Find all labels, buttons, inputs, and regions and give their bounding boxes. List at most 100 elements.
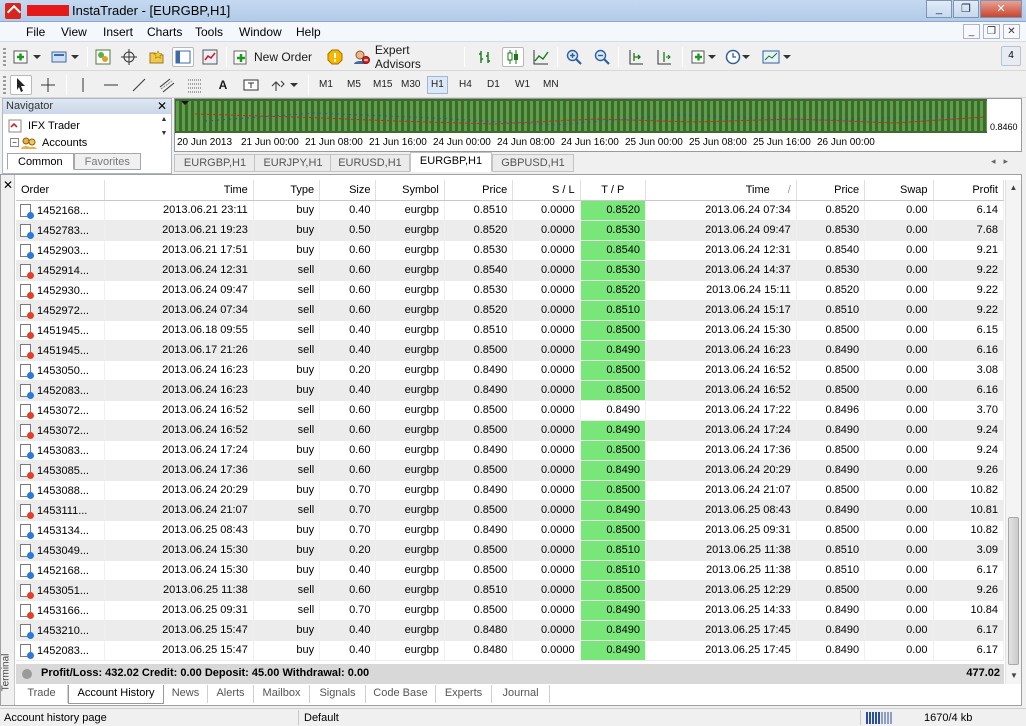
scroll-down-icon[interactable]: ▼	[1006, 668, 1022, 684]
table-row[interactable]: 1452903... 2013.06.21 17:51 buy 0.60 eurgbp 0…	[16, 240, 1004, 261]
new-order-button[interactable]: New Order	[232, 47, 322, 67]
menu-window[interactable]: Window	[239, 25, 282, 39]
menu-insert[interactable]: Insert	[103, 25, 133, 39]
trendline-button[interactable]	[128, 75, 150, 95]
table-row[interactable]: 1452083... 2013.06.24 16:23 buy 0.40 eurgbp 0…	[16, 380, 1004, 401]
tab-scroll-arrows[interactable]: ◂▸	[991, 156, 1016, 167]
equidistant-channel-button[interactable]	[156, 75, 178, 95]
bar-chart-button[interactable]	[474, 47, 496, 67]
menu-help[interactable]: Help	[296, 25, 321, 39]
toolbar-grip[interactable]	[3, 48, 6, 66]
data-window-button[interactable]	[118, 47, 140, 67]
fibonacci-button[interactable]	[184, 75, 206, 95]
table-row[interactable]: 1452168... 2013.06.24 15:30 buy 0.40 eurgbp 0…	[16, 560, 1004, 581]
table-row[interactable]: 1453083... 2013.06.24 17:24 buy 0.60 eurgbp 0…	[16, 440, 1004, 461]
cursor-tool-button[interactable]	[10, 75, 32, 95]
zoom-in-button[interactable]	[563, 47, 585, 67]
expert-advisors-button[interactable]: Expert Advisors	[351, 43, 459, 71]
menu-file[interactable]: File	[26, 25, 45, 39]
table-row[interactable]: 1453049... 2013.06.24 15:30 buy 0.20 eurgbp 0…	[16, 540, 1004, 561]
tab-alerts[interactable]: Alerts	[208, 685, 254, 703]
table-row[interactable]: 1453072... 2013.06.24 16:52 sell 0.60 eurgbp…	[16, 400, 1004, 421]
table-row[interactable]: 1452083... 2013.06.25 15:47 buy 0.40 eurgbp 0…	[16, 640, 1004, 661]
table-row[interactable]: 1453072... 2013.06.24 16:52 sell 0.60 eurgbp…	[16, 420, 1004, 441]
tab-account-history[interactable]: Account History	[68, 685, 164, 704]
column-header-close-price[interactable]: Price	[796, 180, 866, 201]
status-profile[interactable]: Default	[304, 712, 339, 724]
chart-window[interactable]: 0.8460 20 Jun 2013 21 Jun 00:00 21 Jun 0…	[174, 98, 1022, 152]
tab-common[interactable]: Common	[7, 153, 74, 170]
tab-favorites[interactable]: Favorites	[73, 153, 141, 170]
templates-button[interactable]	[759, 47, 795, 67]
table-row[interactable]: 1452972... 2013.06.24 07:34 sell 0.60 eurgbp…	[16, 300, 1004, 321]
navigator-button[interactable]	[145, 47, 167, 67]
profiles-button[interactable]	[48, 47, 84, 67]
new-chart-button[interactable]	[10, 47, 46, 67]
autotrading-alert-button[interactable]	[324, 47, 346, 67]
column-header-order[interactable]: Order	[16, 180, 105, 201]
chart-tab-eurgbp-active[interactable]: EURGBP,H1	[410, 152, 492, 172]
table-row[interactable]: 1452783... 2013.06.21 19:23 buy 0.50 eurgbp 0…	[16, 220, 1004, 241]
column-header-swap[interactable]: Swap	[864, 180, 934, 201]
timeframe-mn[interactable]: MN	[539, 76, 563, 94]
table-row[interactable]: 1453051... 2013.06.25 11:38 sell 0.60 eurgbp…	[16, 580, 1004, 601]
timeframe-m30[interactable]: M30	[397, 76, 424, 94]
text-label-button[interactable]	[240, 75, 262, 95]
navigator-scrollbar[interactable]: ▲ ▼	[158, 116, 170, 152]
scroll-up-icon[interactable]: ▲	[1006, 180, 1021, 196]
auto-scroll-button[interactable]	[625, 47, 647, 67]
table-row[interactable]: 1451945... 2013.06.18 09:55 sell 0.40 eurgbp…	[16, 320, 1004, 341]
tab-experts[interactable]: Experts	[436, 685, 492, 703]
minimize-button[interactable]: _	[926, 0, 952, 18]
arrows-button[interactable]	[268, 75, 302, 95]
timeframe-m15[interactable]: M15	[369, 76, 396, 94]
chart-tab-gbpusd[interactable]: GBPUSD,H1	[492, 154, 574, 172]
table-row[interactable]: 1453134... 2013.06.25 08:43 buy 0.70 eurgbp 0…	[16, 520, 1004, 541]
column-header-open-time[interactable]: Time	[104, 180, 254, 201]
timeframe-w1[interactable]: W1	[511, 76, 534, 94]
mdi-close-button[interactable]: ✕	[1003, 24, 1020, 39]
table-row[interactable]: 1453050... 2013.06.24 16:23 buy 0.20 eurgbp 0…	[16, 360, 1004, 381]
collapse-icon[interactable]: −	[10, 138, 19, 147]
table-row[interactable]: 1452914... 2013.06.24 12:31 sell 0.60 eurgbp…	[16, 260, 1004, 281]
vertical-line-button[interactable]	[72, 75, 94, 95]
chart-shift-button[interactable]	[653, 47, 675, 67]
price-chart[interactable]: 0.8460	[175, 99, 1021, 137]
timeframe-m1[interactable]: M1	[315, 76, 337, 94]
crosshair-tool-button[interactable]	[37, 75, 59, 95]
menu-charts[interactable]: Charts	[147, 25, 182, 39]
column-header-symbol[interactable]: Symbol	[375, 180, 445, 201]
line-chart-button[interactable]	[530, 47, 552, 67]
terminal-button[interactable]	[172, 47, 194, 67]
tab-journal[interactable]: Journal	[492, 685, 550, 703]
tab-code-base[interactable]: Code Base	[366, 685, 436, 703]
column-header-open-price[interactable]: Price	[444, 180, 514, 201]
tab-mailbox[interactable]: Mailbox	[254, 685, 310, 703]
tab-trade[interactable]: Trade	[16, 685, 68, 703]
tab-signals[interactable]: Signals	[310, 685, 366, 703]
table-row[interactable]: 1453088... 2013.06.24 20:29 buy 0.70 eurgbp 0…	[16, 480, 1004, 501]
tree-item-root[interactable]: IFX Trader	[7, 117, 87, 134]
periods-button[interactable]	[724, 47, 754, 67]
strategy-tester-button[interactable]	[199, 47, 221, 67]
tab-news[interactable]: News	[164, 685, 208, 703]
tree-item-accounts[interactable]: − Accounts	[7, 134, 87, 151]
table-row[interactable]: 1452930... 2013.06.24 09:47 sell 0.60 eurgbp…	[16, 280, 1004, 301]
menu-view[interactable]: View	[61, 25, 87, 39]
column-header-type[interactable]: Type	[253, 180, 321, 201]
timeframe-m5[interactable]: M5	[343, 76, 365, 94]
chart-tab-eurjpy[interactable]: EURJPY,H1	[254, 154, 332, 172]
timeframe-h4[interactable]: H4	[455, 76, 476, 94]
column-header-profit[interactable]: Profit	[933, 180, 1004, 201]
table-row[interactable]: 1453085... 2013.06.24 17:36 sell 0.60 eurgbp…	[16, 460, 1004, 481]
chart-tab-eurgbp[interactable]: EURGBP,H1	[174, 154, 256, 172]
menu-tools[interactable]: Tools	[195, 25, 223, 39]
toolbar-grip[interactable]	[3, 76, 6, 94]
column-header-close-time[interactable]: Time /	[645, 180, 797, 201]
maximize-button[interactable]: ❐	[953, 0, 979, 18]
horizontal-line-button[interactable]	[100, 75, 122, 95]
close-icon[interactable]: ✕	[157, 99, 167, 113]
mdi-restore-button[interactable]: ❐	[983, 24, 1000, 39]
table-row[interactable]: 1451945... 2013.06.17 21:26 sell 0.40 eurgbp…	[16, 340, 1004, 361]
mdi-minimize-button[interactable]: _	[963, 24, 980, 39]
